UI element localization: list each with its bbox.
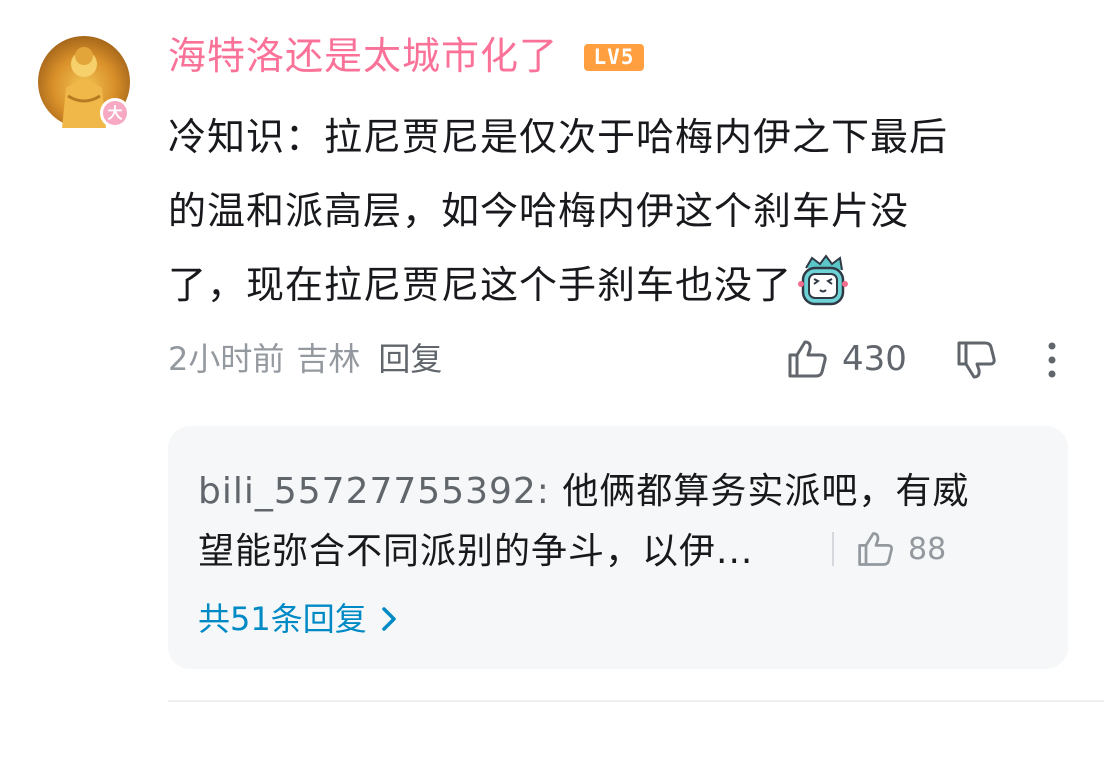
divider <box>168 700 1104 702</box>
dislike-button[interactable] <box>955 338 999 386</box>
chevron-right-icon <box>381 607 396 631</box>
reply-username[interactable]: bili_55727755392: <box>198 471 550 512</box>
reply-like-separator <box>832 532 834 566</box>
reply-like-count: 88 <box>908 531 947 567</box>
level-badge: LV5 <box>584 44 644 71</box>
comment-line: 了，现在拉尼贾尼这个手刹车也没了 <box>168 248 1048 332</box>
more-button[interactable] <box>1046 340 1058 384</box>
view-replies-link[interactable]: 共51条回复 <box>198 594 397 644</box>
comment-time: 2小时前 <box>168 340 285 378</box>
comment-line: 的温和派高层，如今哈梅内伊这个刹车片没 <box>168 189 910 233</box>
reply-count-label: 共51条回复 <box>198 600 367 638</box>
reply-line-1: bili_55727755392: 他俩都算务实派吧，有威 <box>198 462 969 522</box>
comment-text: 冷知识：拉尼贾尼是仅次于哈梅内伊之下最后 的温和派高层，如今哈梅内伊这个刹车片没… <box>168 100 1048 332</box>
username[interactable]: 海特洛还是太城市化了 <box>168 30 558 82</box>
reply-line-2: 望能弥合不同派别的争斗，以伊... <box>198 531 754 572</box>
comment-line-text: 了，现在拉尼贾尼这个手刹车也没了 <box>168 263 793 307</box>
comment-line: 冷知识：拉尼贾尼是仅次于哈梅内伊之下最后 <box>168 115 949 159</box>
avatar-badge: 大 <box>100 98 130 128</box>
reply-preview-box[interactable]: bili_55727755392: 他俩都算务实派吧，有威 望能弥合不同派别的争… <box>168 426 1068 669</box>
like-button[interactable]: 430 <box>786 336 907 382</box>
reply-text: 他俩都算务实派吧，有威 <box>549 471 970 512</box>
thumb-down-icon <box>957 341 996 379</box>
thumb-up-icon <box>788 340 827 378</box>
like-count: 430 <box>842 339 907 379</box>
reply-like-button[interactable]: 88 <box>832 529 946 569</box>
comment-location: 吉林 <box>296 340 361 378</box>
thumb-up-icon <box>858 532 893 566</box>
reply-button[interactable]: 回复 <box>378 340 442 378</box>
sticker-emoji-icon <box>798 254 849 332</box>
more-vertical-icon <box>1048 342 1056 378</box>
comment-meta: 2小时前 吉林 回复 <box>168 336 442 382</box>
